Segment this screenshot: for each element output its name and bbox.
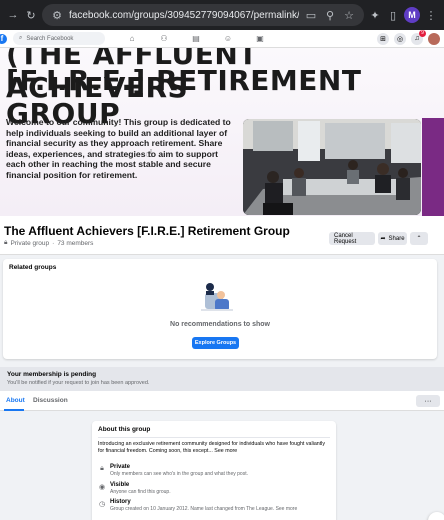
browser-menu-icon[interactable]: ⋮ [424, 8, 438, 22]
history-title: History [110, 499, 131, 505]
visible-subtitle: Anyone can find this group. [110, 489, 171, 495]
search-icon: ⌕ [19, 35, 23, 41]
tab-about[interactable]: About [6, 397, 25, 404]
private-subtitle: Only members can see who's in the group … [110, 471, 248, 477]
menu-grid-icon[interactable]: ⊞ [377, 32, 389, 45]
search-placeholder: Search Facebook [26, 35, 74, 42]
pending-subtitle: You'll be notified if your request to jo… [7, 380, 150, 386]
membership-pending-banner: Your membership is pending You'll be not… [0, 367, 444, 391]
empty-groups-illustration-icon [201, 283, 233, 311]
clock-icon: ◷ [98, 501, 106, 508]
chevron-up-icon: ⌃ [416, 236, 422, 242]
cover-accent-bar [422, 118, 444, 216]
group-title: The Affluent Achievers [F.I.R.E.] Retire… [4, 224, 290, 238]
notifications-bell-icon[interactable]: ♫ 9 [411, 29, 426, 45]
forward-icon[interactable]: → [6, 8, 20, 22]
cancel-request-button[interactable]: Cancel Request [329, 232, 375, 245]
group-meta: 🔒︎ Private group · 73 members [4, 239, 93, 247]
floating-action-button[interactable] [428, 512, 444, 520]
cover-meeting-photo [243, 119, 421, 215]
facebook-logo-icon[interactable]: f [0, 33, 7, 44]
no-recommendations-text: No recommendations to show [170, 321, 270, 328]
tab-discussion[interactable]: Discussion [33, 397, 68, 404]
extensions-icon[interactable]: ✦ [368, 8, 382, 22]
about-divider [98, 437, 330, 438]
home-icon[interactable]: ⌂ [127, 34, 137, 44]
related-groups-card: Related groups No recommendations to sho… [3, 259, 437, 359]
friends-icon[interactable]: ⚇ [159, 34, 169, 44]
zoom-icon[interactable]: ⚲ [323, 8, 337, 22]
facebook-account-controls: ⊞ ◎ ♫ 9 [377, 29, 440, 45]
share-label: Share [388, 235, 405, 242]
url-text: facebook.com/groups/309452779094067/perm… [69, 9, 299, 21]
facebook-topbar: f ⌕ Search Facebook ⌂ ⚇ ▤ ☺ ▣ ⊞ ◎ ♫ 9 [0, 29, 444, 48]
about-description: Introducing an exclusive retirement comm… [98, 441, 326, 454]
gaming-icon[interactable]: ▣ [255, 34, 265, 44]
sidepanel-icon[interactable]: ▯ [386, 8, 400, 22]
active-tab-indicator [4, 409, 24, 411]
private-title: Private [110, 464, 131, 470]
browser-profile-avatar[interactable]: M [404, 7, 420, 23]
about-visible-row: ◉ Visible Anyone can find this group. [98, 482, 171, 495]
groups-icon[interactable]: ☺ [223, 34, 233, 44]
notification-badge: 9 [419, 29, 426, 37]
explore-groups-button[interactable]: Explore Groups [192, 337, 239, 349]
messenger-icon[interactable]: ◎ [394, 32, 406, 45]
bookmark-star-icon[interactable]: ☆ [342, 8, 356, 22]
group-header: The Affluent Achievers [F.I.R.E.] Retire… [0, 216, 444, 254]
group-privacy[interactable]: Private group [10, 240, 49, 247]
pending-title: Your membership is pending [7, 371, 97, 378]
marketplace-icon[interactable]: ▤ [191, 34, 201, 44]
share-icon: ➦ [380, 236, 386, 242]
mouse-cursor-icon: ☝ [146, 148, 153, 160]
cover-welcome-text: Welcome to our community! This group is … [6, 117, 231, 180]
eye-icon: ◉ [98, 484, 106, 491]
browser-toolbar: → ↻ ⚙ facebook.com/groups/30945277909406… [0, 0, 444, 30]
related-groups-heading: Related groups [9, 264, 57, 271]
tabs-more-button[interactable]: ··· [416, 395, 440, 407]
meta-separator: · [52, 239, 55, 247]
meeting-scene-illustration [243, 119, 421, 215]
visible-title: Visible [110, 482, 130, 488]
cancel-request-label: Cancel Request [334, 232, 357, 245]
group-member-count[interactable]: 73 members [57, 240, 93, 247]
facebook-main-nav: ⌂ ⚇ ▤ ☺ ▣ [127, 34, 265, 44]
about-group-card: About this group Introducing an exclusiv… [92, 421, 336, 520]
lock-icon: 🔒︎ [100, 465, 104, 472]
about-history-row: ◷ History Group created on 10 January 20… [98, 499, 297, 512]
header-divider [0, 254, 444, 255]
address-bar[interactable]: ⚙ facebook.com/groups/309452779094067/pe… [42, 4, 364, 26]
facebook-search-input[interactable]: ⌕ Search Facebook [13, 32, 105, 45]
group-cover-photo: (THE AFFLUENT ACHIEVERS [F.I.R.E.] RETIR… [0, 48, 444, 216]
about-private-row: 🔒︎ Private Only members can see who's in… [98, 464, 248, 477]
cast-icon[interactable]: ▭ [304, 8, 318, 22]
group-tabs: About Discussion ··· [0, 391, 444, 411]
about-heading: About this group [98, 426, 151, 433]
share-button[interactable]: ➦ Share [378, 232, 407, 245]
history-subtitle: Group created on 10 January 2012. Name l… [110, 506, 298, 512]
site-info-icon[interactable]: ⚙ [50, 8, 64, 22]
account-avatar[interactable] [428, 32, 440, 45]
reload-icon[interactable]: ↻ [24, 8, 38, 22]
collapse-header-button[interactable]: ⌃ [410, 232, 428, 245]
lock-icon: 🔒︎ [4, 239, 8, 246]
